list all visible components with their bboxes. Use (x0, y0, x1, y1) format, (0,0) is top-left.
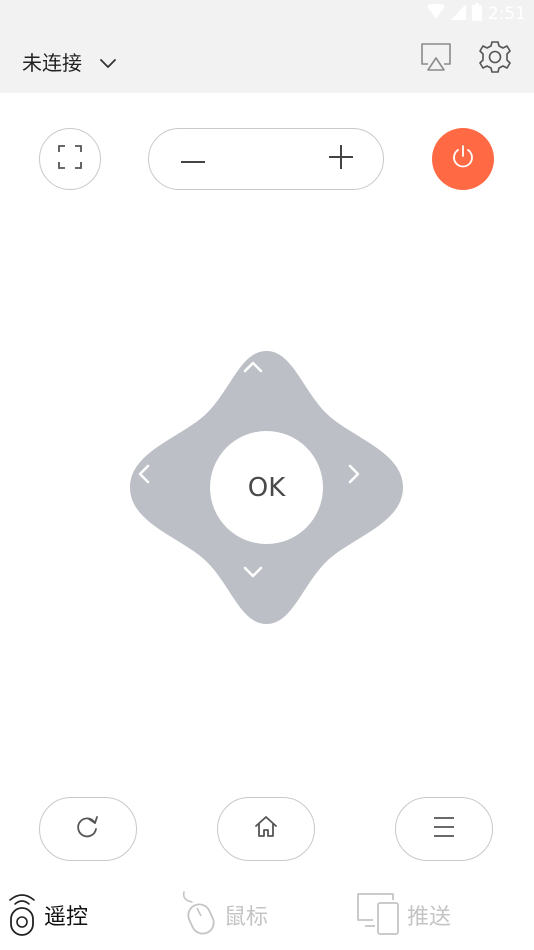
app-header: 未连接 (0, 27, 534, 93)
refresh-icon (76, 815, 100, 843)
tab-push[interactable]: 推送 (357, 892, 451, 938)
status-icons: 2:51 (426, 3, 526, 25)
volume-control (148, 128, 384, 190)
home-icon (254, 815, 278, 843)
remote-icon (6, 890, 38, 940)
home-button[interactable] (217, 797, 315, 861)
chevron-down-icon (100, 50, 116, 74)
cell-signal-icon (450, 4, 466, 24)
volume-up-button[interactable] (301, 129, 381, 188)
tab-mouse[interactable]: 鼠标 (180, 890, 269, 940)
connection-status-label: 未连接 (22, 51, 82, 75)
devices-icon (357, 890, 401, 940)
screen-cast-button[interactable] (418, 41, 454, 77)
remote-control-panel: OK (0, 93, 534, 878)
battery-icon (471, 3, 482, 25)
volume-down-button[interactable] (153, 129, 233, 188)
plus-icon (329, 144, 353, 173)
tab-mouse-label: 鼠标 (224, 905, 269, 930)
tab-push-label: 推送 (407, 905, 452, 930)
tab-bar: 遥控 鼠标 推送 (0, 878, 534, 950)
up-button[interactable] (243, 361, 289, 407)
status-bar: 2:51 (0, 0, 534, 27)
fullscreen-icon (58, 145, 82, 173)
tab-remote-label: 遥控 (44, 905, 89, 930)
direction-pad: OK (130, 351, 403, 624)
settings-button[interactable] (477, 41, 513, 77)
status-time: 2:51 (487, 4, 526, 24)
ok-button[interactable]: OK (210, 431, 323, 544)
minus-icon (181, 149, 205, 168)
wifi-icon (426, 3, 445, 24)
power-button[interactable] (432, 128, 494, 190)
screen-cast-icon (420, 42, 452, 76)
right-button[interactable] (348, 464, 394, 510)
back-button[interactable] (39, 797, 137, 861)
down-button[interactable] (243, 566, 289, 612)
tab-remote[interactable]: 遥控 (6, 892, 88, 938)
connection-selector[interactable]: 未连接 (22, 47, 116, 76)
menu-icon (432, 816, 456, 842)
fullscreen-button[interactable] (39, 128, 101, 190)
left-button[interactable] (138, 464, 184, 510)
mouse-icon (180, 890, 218, 940)
gear-icon (478, 40, 512, 78)
menu-button[interactable] (395, 797, 493, 861)
power-icon (450, 144, 476, 174)
